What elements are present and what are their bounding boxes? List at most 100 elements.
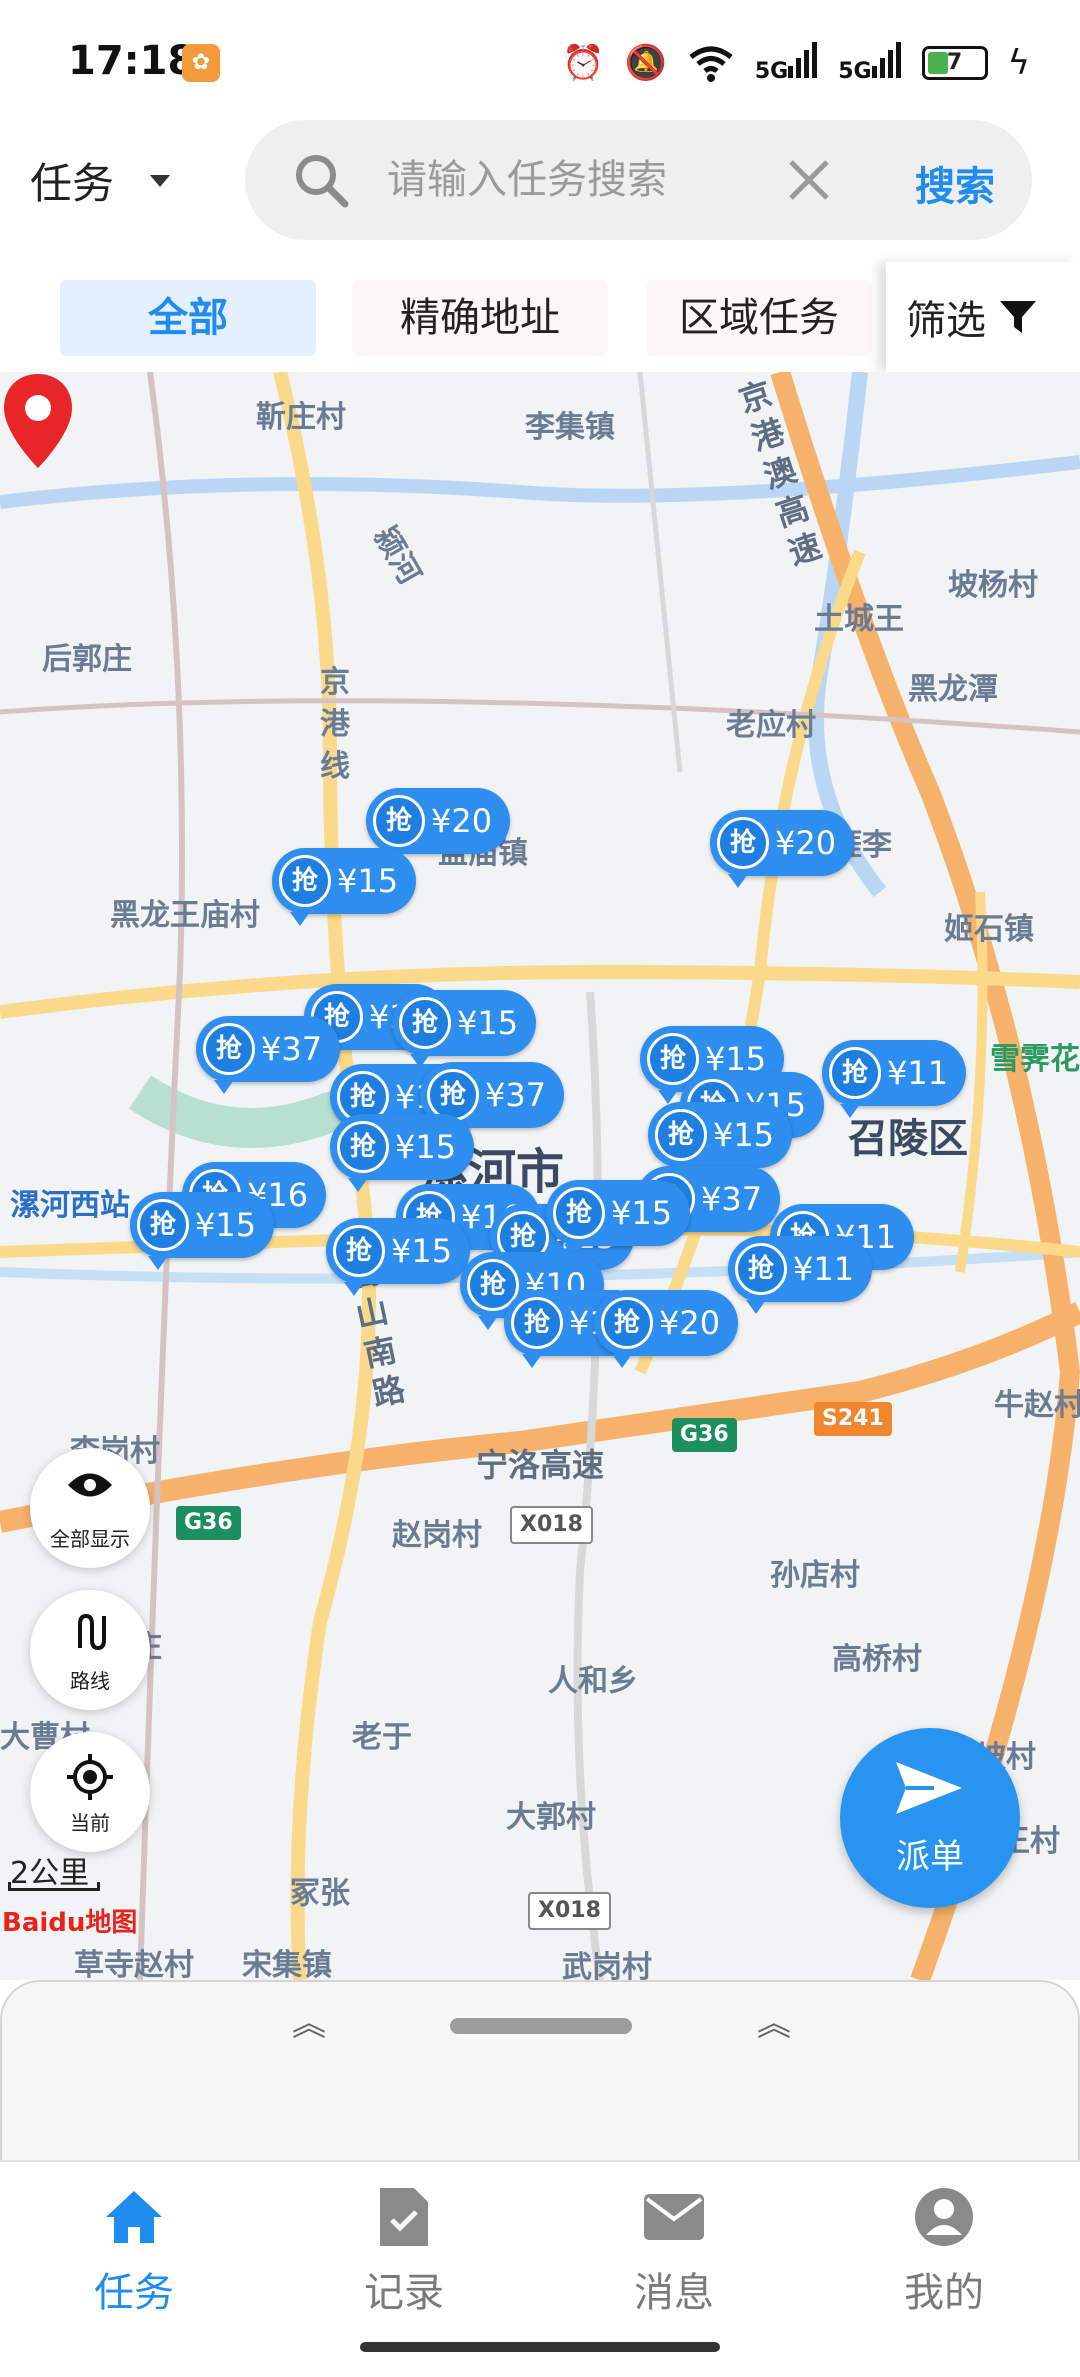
nav-task-label: 任务 — [94, 2270, 174, 2316]
task-pin[interactable]: 抢¥15 — [392, 990, 537, 1068]
pin-price: ¥15 — [337, 862, 399, 900]
pin-price: ¥20 — [775, 824, 837, 862]
highway-shield: S241 — [814, 1402, 892, 1436]
pin-badge: 抢 — [655, 1109, 707, 1161]
battery-level: 7 — [946, 50, 963, 75]
search-button[interactable]: 搜索 — [915, 154, 995, 212]
tab-exact-address[interactable]: 精确地址 — [352, 280, 608, 356]
place-label: 黑龙潭 — [908, 672, 998, 707]
place-label: 孙店村 — [770, 1558, 860, 1593]
nav-messages[interactable]: 消息 — [574, 2182, 774, 2318]
pin-badge: 抢 — [735, 1243, 787, 1295]
task-pin[interactable]: 抢 ¥20 — [594, 1290, 739, 1368]
task-type-dropdown[interactable]: 任务 — [30, 150, 171, 211]
place-label: 李集镇 — [525, 410, 615, 445]
wifi-icon — [689, 46, 733, 82]
charging-icon: ϟ — [1007, 43, 1030, 83]
place-label: 京港线 — [320, 665, 350, 784]
route-button[interactable]: 路线 — [30, 1590, 150, 1710]
search-box[interactable]: 搜索 — [245, 120, 1032, 240]
district-label: 召陵区 — [848, 1116, 968, 1162]
signal-label-2: 5G — [838, 59, 872, 84]
pin-price: ¥20 — [659, 1304, 721, 1342]
place-label: 雪霁花 — [990, 1042, 1080, 1077]
place-label: 姬石镇 — [944, 912, 1034, 947]
task-pin[interactable]: 抢¥15 — [330, 1114, 475, 1192]
pin-price: ¥20 — [431, 802, 493, 840]
task-pin[interactable]: 抢¥15 — [546, 1180, 691, 1258]
place-label: 黑龙王庙村 — [110, 898, 260, 933]
road-label: 宁洛高速 — [476, 1446, 605, 1484]
route-label: 路线 — [70, 1669, 110, 1693]
current-label: 当前 — [70, 1811, 110, 1835]
task-pin[interactable]: 抢¥15 — [648, 1102, 793, 1180]
highway-shield: X018 — [528, 1892, 611, 1930]
current-location-button[interactable]: 当前 — [30, 1732, 150, 1852]
pin-badge: 抢 — [647, 1033, 699, 1085]
place-label: 坡杨村 — [948, 568, 1038, 603]
user-icon — [915, 2188, 973, 2246]
pin-badge: 抢 — [333, 1225, 385, 1277]
signal-icon-1: 5G — [755, 42, 818, 84]
route-icon — [78, 1613, 106, 1651]
scale-bar — [8, 1882, 100, 1891]
map-view[interactable]: 靳庄村 李集镇 颍河 坡杨村 土城王 后郭庄 黑龙潭 京港线 老应村 孟庙镇 涯… — [0, 372, 1080, 1980]
task-pin[interactable]: 抢¥37 — [196, 1016, 341, 1094]
location-marker-icon — [4, 374, 72, 468]
place-label: 大郭村 — [506, 1800, 596, 1835]
place-label: 冢张 — [290, 1876, 350, 1911]
pin-badge: 抢 — [203, 1023, 255, 1075]
place-label: 靳庄村 — [256, 400, 346, 435]
pin-price: ¥37 — [261, 1030, 323, 1068]
dispatch-button[interactable]: 派单 — [840, 1728, 1020, 1908]
task-pin[interactable]: 抢¥15 — [272, 848, 417, 926]
app-notification-icon: ✿ — [182, 44, 220, 82]
signal-label-1: 5G — [754, 59, 789, 84]
place-label: 牛赵村 — [994, 1388, 1080, 1423]
place-label: 草寺赵村 — [74, 1948, 194, 1980]
pin-badge: 抢 — [279, 855, 331, 907]
place-label: 人和乡 — [548, 1664, 638, 1699]
battery-icon: 7 — [921, 46, 988, 80]
show-all-button[interactable]: 全部显示 — [30, 1448, 150, 1568]
show-all-label: 全部显示 — [50, 1527, 130, 1551]
expand-chevron-icon[interactable]: ︽ — [292, 1996, 326, 2045]
tab-area-task[interactable]: 区域任务 — [646, 280, 872, 356]
pin-badge: 抢 — [511, 1297, 563, 1349]
caret-down-icon — [150, 174, 171, 187]
pin-price: ¥15 — [457, 1004, 519, 1042]
place-label: 高桥村 — [832, 1642, 922, 1677]
task-pin[interactable]: 抢 ¥20 — [366, 788, 511, 866]
mute-bell-icon: 🔕 — [624, 43, 667, 83]
place-label: 老于 — [352, 1720, 412, 1755]
nav-profile-label: 我的 — [904, 2270, 984, 2316]
pin-price: ¥37 — [701, 1180, 763, 1218]
task-pin[interactable]: 抢¥15 — [130, 1192, 275, 1270]
pin-badge: 抢 — [717, 817, 769, 869]
signal-icon-2: 5G — [838, 42, 901, 84]
pin-badge: 抢 — [137, 1199, 189, 1251]
nav-records[interactable]: 记录 — [304, 2182, 504, 2318]
bottom-sheet[interactable]: ︽ ︽ — [0, 1980, 1080, 2160]
status-icons: ⏰ 🔕 5G 5G 7 ϟ — [562, 38, 1030, 88]
search-icon — [296, 155, 349, 208]
pin-price: ¥11 — [887, 1054, 949, 1092]
task-pin[interactable]: 抢¥15 — [326, 1218, 471, 1296]
pin-price: ¥15 — [611, 1194, 673, 1232]
expand-chevron-icon[interactable]: ︽ — [757, 1996, 791, 2045]
nav-profile[interactable]: 我的 — [844, 2182, 1044, 2318]
clear-icon[interactable] — [785, 156, 833, 204]
home-indicator[interactable] — [360, 2342, 720, 2352]
nav-task[interactable]: 任务 — [34, 2182, 234, 2318]
task-dropdown-label: 任务 — [30, 159, 115, 208]
pin-price: ¥11 — [793, 1250, 855, 1288]
place-label: 老应村 — [726, 708, 816, 743]
task-pin[interactable]: 抢¥11 — [728, 1236, 873, 1314]
task-pin[interactable]: 抢 ¥20 — [710, 810, 855, 888]
pin-price: ¥37 — [485, 1076, 547, 1114]
drag-handle[interactable] — [450, 2018, 632, 2034]
tab-all[interactable]: 全部 — [60, 280, 316, 356]
pin-badge: 抢 — [601, 1297, 653, 1349]
filter-button[interactable]: 筛选 — [886, 262, 1080, 372]
task-pin[interactable]: 抢¥11 — [822, 1040, 967, 1118]
